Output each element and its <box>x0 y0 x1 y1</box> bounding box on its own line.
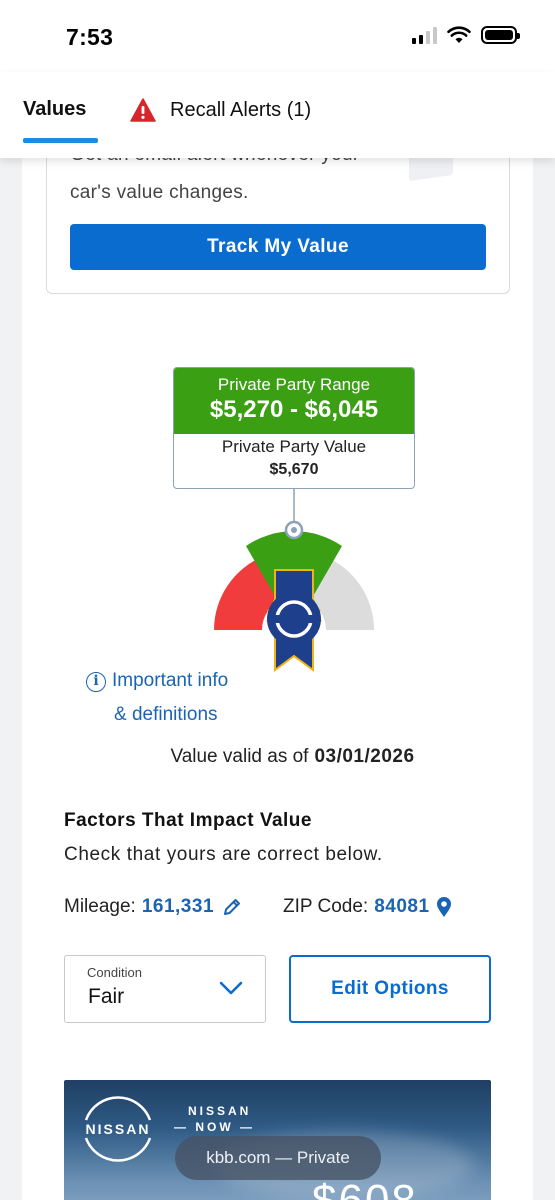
zip-value[interactable]: 84081 <box>374 896 429 918</box>
track-my-value-button[interactable]: Track My Value <box>70 224 486 270</box>
valid-label: Value valid as of <box>170 746 309 767</box>
main-content: Get an email alert whenever your car's v… <box>22 158 533 1200</box>
factors-subtitle: Check that yours are correct below. <box>64 844 383 865</box>
value-valid-row: Value valid as of 03/01/2026 <box>22 746 533 768</box>
track-value-card: Get an email alert whenever your car's v… <box>46 158 510 294</box>
status-icons <box>412 26 520 44</box>
right-gutter <box>533 158 555 1200</box>
range-value: $5,270 - $6,045 <box>209 396 379 423</box>
nissan-now-subtitle: — NOW — <box>174 1120 256 1134</box>
location-pin-icon[interactable] <box>436 896 452 918</box>
mileage-label: Mileage: <box>64 896 136 917</box>
browser-url-pill[interactable]: kbb.com — Private <box>175 1136 381 1180</box>
private-party-value: $5,670 <box>269 461 319 478</box>
valid-date: 03/01/2026 <box>314 746 415 767</box>
factors-title: Factors That Impact Value <box>64 810 312 831</box>
info-link-line-2: & definitions <box>114 704 218 725</box>
wifi-icon <box>447 26 471 43</box>
zip-label: ZIP Code: <box>283 896 369 917</box>
value-gauge <box>214 488 374 672</box>
track-card-text-line-2: car's value changes. <box>70 182 249 203</box>
edit-options-button[interactable]: Edit Options <box>289 955 491 1023</box>
track-card-text-line-1: Get an email alert whenever your <box>70 158 359 166</box>
status-time: 7:53 <box>66 24 114 50</box>
private-party-range-box: Private Party Range $5,270 - $6,045 Priv… <box>173 367 415 489</box>
mileage-row[interactable]: Mileage: 161,331 <box>64 896 242 918</box>
battery-icon <box>481 26 520 44</box>
active-tab-indicator <box>23 138 98 143</box>
info-link-line-1: Important info <box>112 670 229 691</box>
condition-select[interactable]: Condition Fair <box>64 955 266 1023</box>
tab-recall-alerts[interactable]: Recall Alerts (1) <box>130 98 311 122</box>
status-bar: 7:53 <box>0 0 555 72</box>
card-illustration <box>409 158 453 182</box>
nissan-now-title: NISSAN <box>188 1104 252 1118</box>
warning-icon <box>130 98 156 122</box>
left-gutter <box>0 158 22 1200</box>
pencil-icon[interactable] <box>222 897 242 917</box>
condition-value: Fair <box>88 985 125 1008</box>
private-party-value-label: Private Party Value <box>221 437 367 456</box>
nissan-now-word: NOW <box>195 1120 234 1134</box>
nissan-logo-icon: NISSAN <box>84 1096 152 1162</box>
chevron-down-icon <box>219 981 243 995</box>
important-info-link[interactable]: i Important info & definitions <box>86 664 228 732</box>
tab-bar: Values Recall Alerts (1) <box>0 72 555 158</box>
tab-values[interactable]: Values <box>23 98 86 121</box>
cellular-signal-icon <box>412 26 437 44</box>
info-icon: i <box>86 672 106 692</box>
zip-code-row[interactable]: ZIP Code: 84081 <box>283 896 452 918</box>
condition-label: Condition <box>87 965 142 980</box>
recall-alerts-label: Recall Alerts (1) <box>170 98 312 121</box>
mileage-value[interactable]: 161,331 <box>142 896 214 918</box>
nissan-logo-text: NISSAN <box>86 1121 151 1137</box>
range-header: Private Party Range $5,270 - $6,045 <box>174 368 414 434</box>
range-label: Private Party Range <box>217 375 371 394</box>
